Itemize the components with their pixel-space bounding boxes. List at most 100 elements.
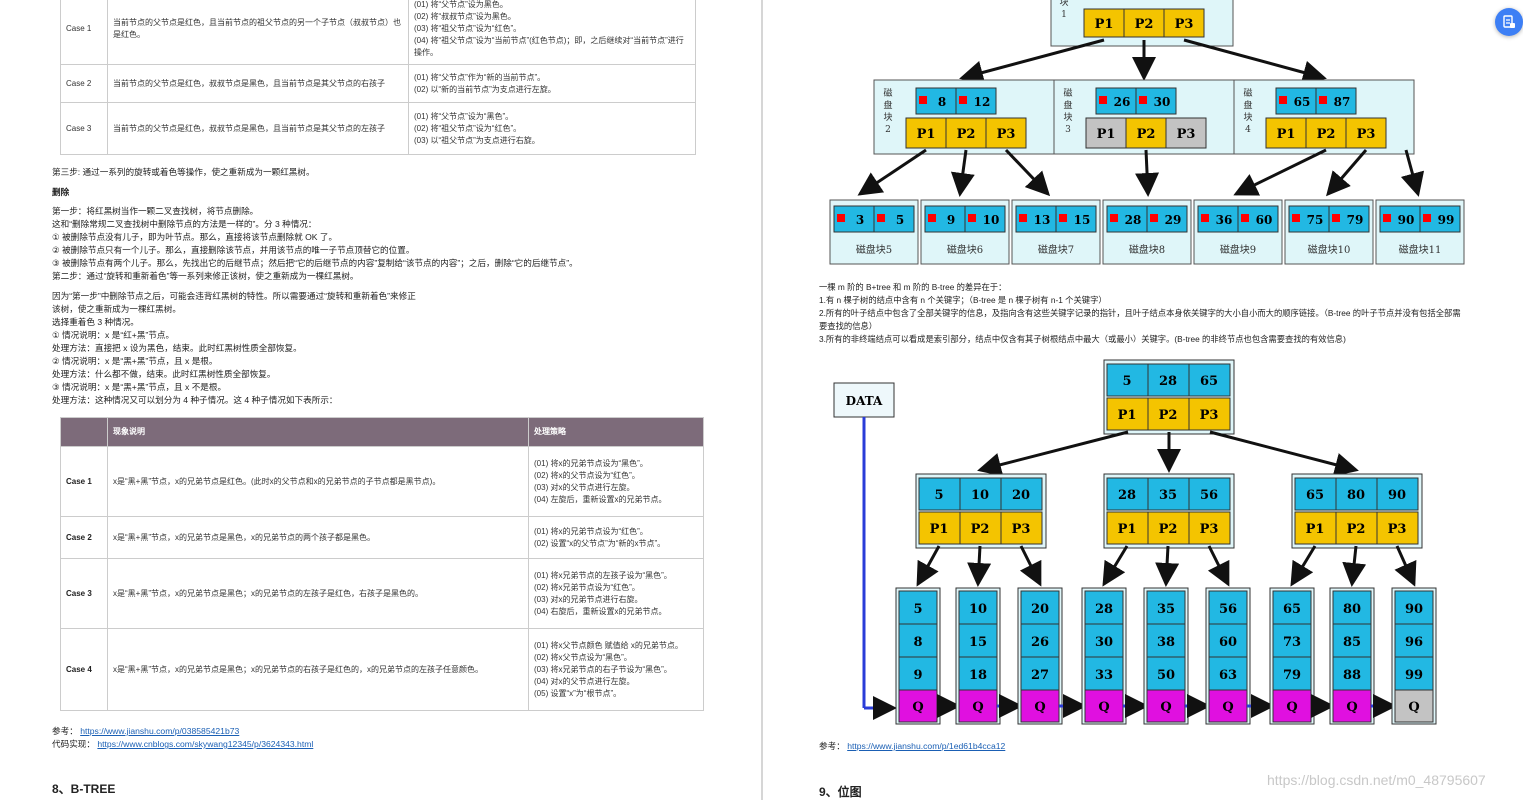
left-document-page: Case 1 当前节点的父节点是红色，且当前节点的祖父节点的另一个子节点（叔叔节点… bbox=[0, 0, 760, 800]
disk-label-char: 4 bbox=[1245, 125, 1251, 135]
key-label: 26 bbox=[1031, 635, 1049, 650]
delete-steps-text: 第一步：将红黑树当作一颗二叉查找树，将节点删除。 这和“删除常规二叉查找树中删除节… bbox=[52, 205, 578, 283]
description-cell: x是“黑+黑”节点，x的兄弟节点是黑色，x的兄弟节点的两个孩子都是黑色。 bbox=[107, 516, 529, 559]
record-pointer-marker bbox=[1423, 214, 1431, 222]
pointer-label: P2 bbox=[957, 127, 976, 142]
key-label: 50 bbox=[1157, 668, 1175, 683]
pointer-label: P2 bbox=[971, 522, 990, 537]
key-label: 36 bbox=[1216, 213, 1233, 227]
key-label: 56 bbox=[1200, 488, 1218, 503]
key-label: 60 bbox=[1219, 635, 1237, 650]
key-label: 79 bbox=[1347, 213, 1364, 227]
disk-label-char: 块 bbox=[1063, 111, 1072, 123]
key-label: 18 bbox=[969, 668, 987, 683]
key-label: 85 bbox=[1343, 635, 1361, 650]
key-label: 38 bbox=[1157, 635, 1175, 650]
arrow-line bbox=[1233, 148, 1327, 196]
floating-action-button[interactable] bbox=[1495, 8, 1523, 36]
arrow-line bbox=[1394, 545, 1417, 587]
key-label: 28 bbox=[1125, 213, 1142, 227]
arrow-line bbox=[1290, 545, 1317, 587]
arrow-line bbox=[916, 545, 941, 587]
key-label: 8 bbox=[938, 95, 946, 109]
fix-case-line: 处理方法：直接把 x 设为黑色，结束。此时红黑树性质全部恢复。 bbox=[52, 343, 302, 353]
key-label: 79 bbox=[1283, 668, 1301, 683]
description-cell: x是“黑+黑”节点，x的兄弟节点是黑色；x的兄弟节点的右孩子是红色的，x的兄弟节… bbox=[107, 628, 529, 711]
delete-step-line: ① 被删除节点没有儿子，即为叶节点。那么，直接将该节点删除就 OK 了。 bbox=[52, 232, 338, 242]
description-cell: 当前节点的父节点是红色，叔叔节点是黑色，且当前节点是其父节点的右孩子 bbox=[107, 64, 409, 103]
table-row: Case 1 当前节点的父节点是红色，且当前节点的祖父节点的另一个子节点（叔叔节点… bbox=[60, 0, 696, 65]
reference-line: 参考： https://www.jianshu.com/p/038585421b… bbox=[52, 725, 239, 738]
strategy-step: (03) 将“祖父节点”设为“红色”。 bbox=[414, 23, 522, 33]
strategy-step: (03) 将x兄弟节点的右子节设为“黑色”。 bbox=[534, 664, 672, 674]
record-pointer-marker bbox=[877, 214, 885, 222]
record-pointer-marker bbox=[919, 96, 927, 104]
key-label: 90 bbox=[1405, 602, 1423, 617]
leaf-disk-label: 磁盘块9 bbox=[1220, 243, 1256, 256]
pointer-label: P3 bbox=[1388, 522, 1407, 537]
disk-label-char: 2 bbox=[885, 125, 891, 135]
difference-line: 3.所有的非终端结点可以看成是索引部分，结点中仅含有其子树根结点中最大（或最小）… bbox=[819, 334, 1346, 344]
arrow-line bbox=[1326, 149, 1368, 197]
code-reference-label: 代码实现： bbox=[52, 739, 95, 749]
pointer-label: P3 bbox=[1177, 127, 1196, 142]
strategy-step: (03) 对x的父节点进行左旋。 bbox=[534, 482, 635, 492]
leaf-disk-label: 磁盘块6 bbox=[947, 243, 983, 256]
key-label: 20 bbox=[1031, 602, 1049, 617]
pointer-label: P2 bbox=[1159, 408, 1178, 423]
arrow-line bbox=[1400, 149, 1425, 197]
strategy-step: (04) 将“祖父节点”设为“当前节点”(红色节点)；即，之后继续对“当前节点”… bbox=[414, 35, 684, 57]
record-pointer-marker bbox=[928, 214, 936, 222]
step3-text: 第三步: 通过一系列的旋转或着色等操作，使之重新成为一颗红黑树。 bbox=[52, 167, 315, 177]
key-label: 10 bbox=[969, 602, 987, 617]
fix-case-line: ① 情况说明：x 是“红+黑”节点。 bbox=[52, 330, 175, 340]
key-label: 28 bbox=[1159, 374, 1177, 389]
case-cell: Case 1 bbox=[60, 446, 108, 517]
pointer-label: P1 bbox=[1118, 408, 1137, 423]
difference-line: 1.有 n 棵子树的结点中含有 n 个关键字；（B-tree 是 n 棵子树有 … bbox=[819, 295, 1107, 305]
key-label: 56 bbox=[1219, 602, 1237, 617]
record-pointer-marker bbox=[1150, 214, 1158, 222]
pointer-label: P1 bbox=[1306, 522, 1325, 537]
delete-step-line: ② 被删除节点只有一个儿子。那么，直接删除该节点，并用该节点的唯一子节点顶替它的… bbox=[52, 245, 415, 255]
record-pointer-marker bbox=[1019, 214, 1027, 222]
pointer-label: P1 bbox=[1277, 127, 1296, 142]
strategy-cell: (01) 将x父节点颜色 赋值给 x的兄弟节点。 (02) 将x父节点设为“黑色”… bbox=[528, 628, 704, 711]
strategy-step: (02) 将“祖父节点”设为“红色”。 bbox=[414, 123, 522, 133]
code-reference-link[interactable]: https://www.cnblogs.com/skywang12345/p/3… bbox=[97, 739, 313, 749]
key-label: 63 bbox=[1219, 668, 1237, 683]
record-pointer-marker bbox=[1279, 96, 1287, 104]
disk-label-char: 块 bbox=[1243, 111, 1252, 123]
fix-case-line: 选择重着色 3 种情况。 bbox=[52, 317, 139, 327]
code-reference-line: 代码实现： https://www.cnblogs.com/skywang123… bbox=[52, 738, 313, 751]
pointer-label: P1 bbox=[1097, 127, 1116, 142]
fix-case-line: ③ 情况说明：x 是“黑+黑”节点，且 x 不是根。 bbox=[52, 382, 227, 392]
leaf-disk-label: 磁盘块10 bbox=[1308, 243, 1351, 256]
table-header-cell bbox=[60, 417, 108, 447]
fix-case-line: 处理方法：什么都不做，结束。此时红黑树性质全部恢复。 bbox=[52, 369, 276, 379]
difference-line: 要查找的信息） bbox=[819, 321, 878, 331]
pointer-label: P3 bbox=[997, 127, 1016, 142]
right-reference-link[interactable]: https://www.jianshu.com/p/1ed61b4cca12 bbox=[847, 741, 1005, 751]
next-pointer-label: Q bbox=[1222, 700, 1233, 715]
key-label: 33 bbox=[1095, 668, 1113, 683]
pointer-label: P1 bbox=[917, 127, 936, 142]
record-pointer-marker bbox=[1319, 96, 1327, 104]
strategy-step: (02) 设置“x的父节点”为“新的x节点”。 bbox=[534, 538, 666, 548]
strategy-step: (01) 将x的兄弟节点设为“黑色”。 bbox=[534, 458, 648, 468]
next-pointer-label: Q bbox=[912, 700, 923, 715]
strategy-step: (03) 对x的兄弟节点进行右旋。 bbox=[534, 594, 643, 604]
table-header-cell: 现象说明 bbox=[107, 417, 529, 447]
strategy-step: (02) 以“新的当前节点”为支点进行左旋。 bbox=[414, 84, 556, 94]
key-label: 80 bbox=[1343, 602, 1361, 617]
btree-section-heading: 8、B-TREE bbox=[52, 782, 116, 796]
leaf-disk-label: 磁盘块11 bbox=[1399, 243, 1442, 256]
reference-link[interactable]: https://www.jianshu.com/p/038585421b73 bbox=[80, 726, 239, 736]
key-label: 13 bbox=[1034, 213, 1051, 227]
next-pointer-label: Q bbox=[1160, 700, 1171, 715]
difference-line: 2.所有的叶子结点中包含了全部关键字的信息，及指向含有这些关键字记录的指针，且叶… bbox=[819, 308, 1461, 318]
key-label: 5 bbox=[1122, 374, 1131, 389]
pointer-label: P2 bbox=[1137, 127, 1156, 142]
pointer-label: P3 bbox=[1175, 17, 1194, 32]
arrow-line bbox=[1102, 545, 1129, 587]
